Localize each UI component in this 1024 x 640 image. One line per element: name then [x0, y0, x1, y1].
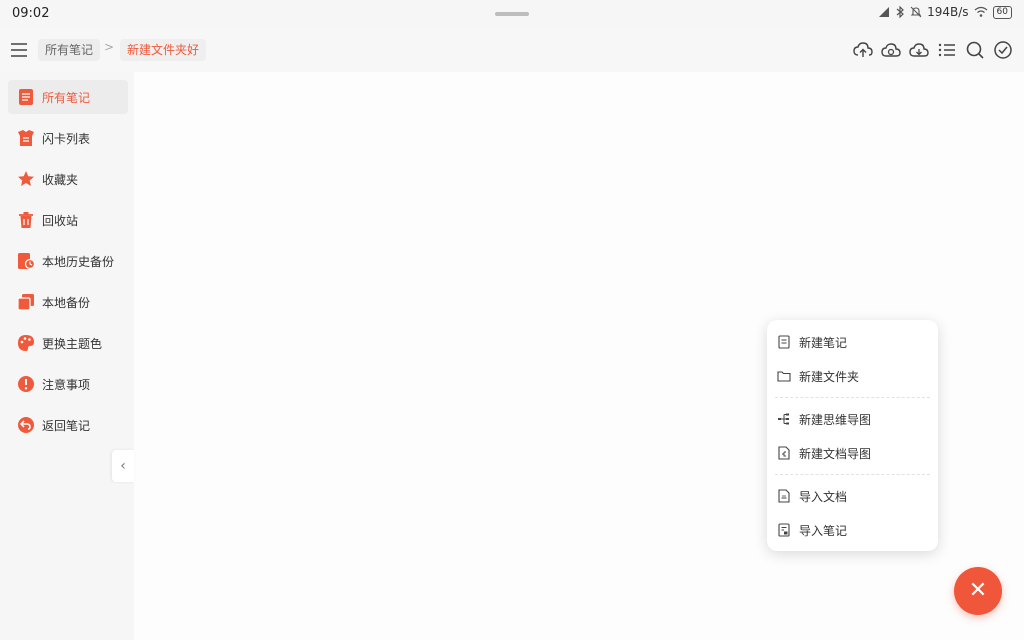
sidebar-item-local-history-backup[interactable]: 本地历史备份 [8, 244, 128, 278]
palette-icon [16, 333, 36, 353]
sidebar-item-label: 本地备份 [42, 295, 91, 310]
flashcard-icon [16, 128, 36, 148]
trash-icon [16, 210, 36, 230]
wifi-icon [974, 6, 987, 17]
menu-item-label: 新建文档导图 [799, 446, 872, 461]
sidebar: 所有笔记 闪卡列表 收藏夹 回收站 本地历史备份 本地备份 更换主题色 注意事项… [0, 72, 134, 640]
sidebar-item-label: 收藏夹 [42, 172, 79, 187]
breadcrumb-current[interactable]: 新建文件夹好 [120, 39, 207, 61]
sidebar-item-flashcards[interactable]: 闪卡列表 [8, 121, 128, 155]
menu-divider [775, 397, 930, 398]
toolbar-actions [852, 39, 1014, 61]
menu-item-new-note[interactable]: 新建笔记 [767, 326, 938, 358]
menu-item-label: 导入笔记 [799, 523, 848, 538]
close-fab-button[interactable]: ✕ [954, 567, 1002, 615]
chevron-left-icon: ‹ [120, 458, 126, 474]
note-icon [16, 87, 36, 107]
net-speed: 194B/s [927, 5, 969, 19]
mute-icon [910, 6, 922, 18]
check-circle-icon[interactable] [992, 39, 1014, 61]
menu-item-label: 新建文件夹 [799, 369, 860, 384]
sidebar-item-label: 返回笔记 [42, 418, 91, 433]
menu-item-label: 新建思维导图 [799, 412, 872, 427]
status-indicators: 194B/s 60 [878, 5, 1012, 19]
breadcrumb-root[interactable]: 所有笔记 [38, 39, 101, 61]
sidebar-item-label: 回收站 [42, 213, 79, 228]
signal-icon [879, 7, 890, 17]
sidebar-item-notices[interactable]: 注意事项 [8, 367, 128, 401]
sidebar-item-local-backup[interactable]: 本地备份 [8, 285, 128, 319]
sidebar-item-label: 所有笔记 [42, 90, 91, 105]
cloud-upload-icon[interactable] [852, 39, 874, 61]
sidebar-item-all-notes[interactable]: 所有笔记 [8, 80, 128, 114]
menu-item-label: 新建笔记 [799, 335, 848, 350]
star-icon [16, 169, 36, 189]
menu-item-label: 导入文档 [799, 489, 848, 504]
battery-indicator: 60 [992, 5, 1012, 19]
cloud-download-icon[interactable] [908, 39, 930, 61]
doc-mindmap-icon [776, 445, 792, 461]
menu-divider [775, 474, 930, 475]
new-note-icon [776, 334, 792, 350]
top-toolbar: 所有笔记 > 新建文件夹好 [0, 28, 1024, 72]
mindmap-icon [776, 411, 792, 427]
menu-icon[interactable] [8, 39, 30, 61]
menu-item-new-mindmap[interactable]: 新建思维导图 [767, 403, 938, 435]
sidebar-item-label: 注意事项 [42, 377, 91, 392]
import-note-icon [776, 522, 792, 538]
history-backup-icon [16, 251, 36, 271]
close-icon: ✕ [968, 578, 988, 603]
status-time: 09:02 [12, 6, 50, 21]
bluetooth-icon [896, 6, 904, 18]
import-doc-icon [776, 488, 792, 504]
menu-item-import-document[interactable]: 导入文档 [767, 480, 938, 512]
cloud-sync-icon[interactable] [880, 39, 902, 61]
sidebar-item-back-to-notes[interactable]: 返回笔记 [8, 408, 128, 442]
backup-icon [16, 292, 36, 312]
breadcrumb-separator: > [104, 40, 115, 54]
status-bar: 09:02 194B/s 60 [0, 0, 1024, 28]
sidebar-item-label: 本地历史备份 [42, 254, 115, 269]
folder-icon [776, 368, 792, 384]
list-icon[interactable] [936, 39, 958, 61]
menu-item-new-folder[interactable]: 新建文件夹 [767, 360, 938, 392]
menu-item-new-doc-mindmap[interactable]: 新建文档导图 [767, 437, 938, 469]
menu-item-import-note[interactable]: 导入笔记 [767, 514, 938, 546]
sidebar-item-label: 更换主题色 [42, 336, 103, 351]
sidebar-item-trash[interactable]: 回收站 [8, 203, 128, 237]
warning-icon [16, 374, 36, 394]
search-icon[interactable] [964, 39, 986, 61]
sidebar-item-label: 闪卡列表 [42, 131, 91, 146]
create-menu-popup: 新建笔记 新建文件夹 新建思维导图 新建文档导图 导入文档 导入笔记 [767, 320, 938, 551]
drag-handle[interactable] [495, 12, 529, 16]
back-icon [16, 415, 36, 435]
sidebar-collapse-button[interactable]: ‹ [112, 450, 134, 482]
sidebar-item-favorites[interactable]: 收藏夹 [8, 162, 128, 196]
sidebar-item-change-theme[interactable]: 更换主题色 [8, 326, 128, 360]
